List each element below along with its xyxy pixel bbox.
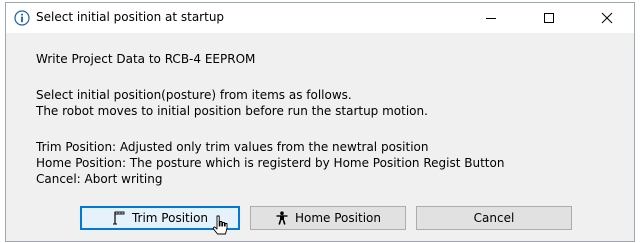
maximize-button[interactable] <box>526 3 572 33</box>
close-button[interactable] <box>584 3 630 33</box>
title-bar[interactable]: Select initial position at startup <box>6 3 634 33</box>
cancel-label: Cancel <box>473 211 515 225</box>
instruction-line-2: The robot moves to initial position befo… <box>36 104 428 118</box>
maximize-icon <box>543 9 555 28</box>
instruction-line-1: Select initial position(posture) from it… <box>36 88 352 102</box>
trim-description: Trim Position: Adjusted only trim values… <box>36 140 429 154</box>
trim-position-label: Trim Position <box>131 211 209 225</box>
header-message: Write Project Data to RCB-4 EEPROM <box>36 52 256 66</box>
window-title: Select initial position at startup <box>36 10 225 24</box>
home-position-button[interactable]: Home Position <box>250 206 406 230</box>
cancel-button[interactable]: Cancel <box>416 206 572 230</box>
home-position-label: Home Position <box>295 211 381 225</box>
screen: Select initial position at startup Write… <box>0 0 641 243</box>
info-icon <box>14 10 30 26</box>
close-icon <box>601 9 613 28</box>
mouse-cursor-icon <box>212 215 230 242</box>
minimize-icon <box>485 9 497 28</box>
dialog-window: Select initial position at startup Write… <box>5 2 635 242</box>
home-description: Home Position: The posture which is regi… <box>36 156 505 170</box>
robot-icon <box>275 211 289 225</box>
minimize-button[interactable] <box>468 3 514 33</box>
trim-icon <box>112 211 126 225</box>
cancel-description: Cancel: Abort writing <box>36 172 163 186</box>
